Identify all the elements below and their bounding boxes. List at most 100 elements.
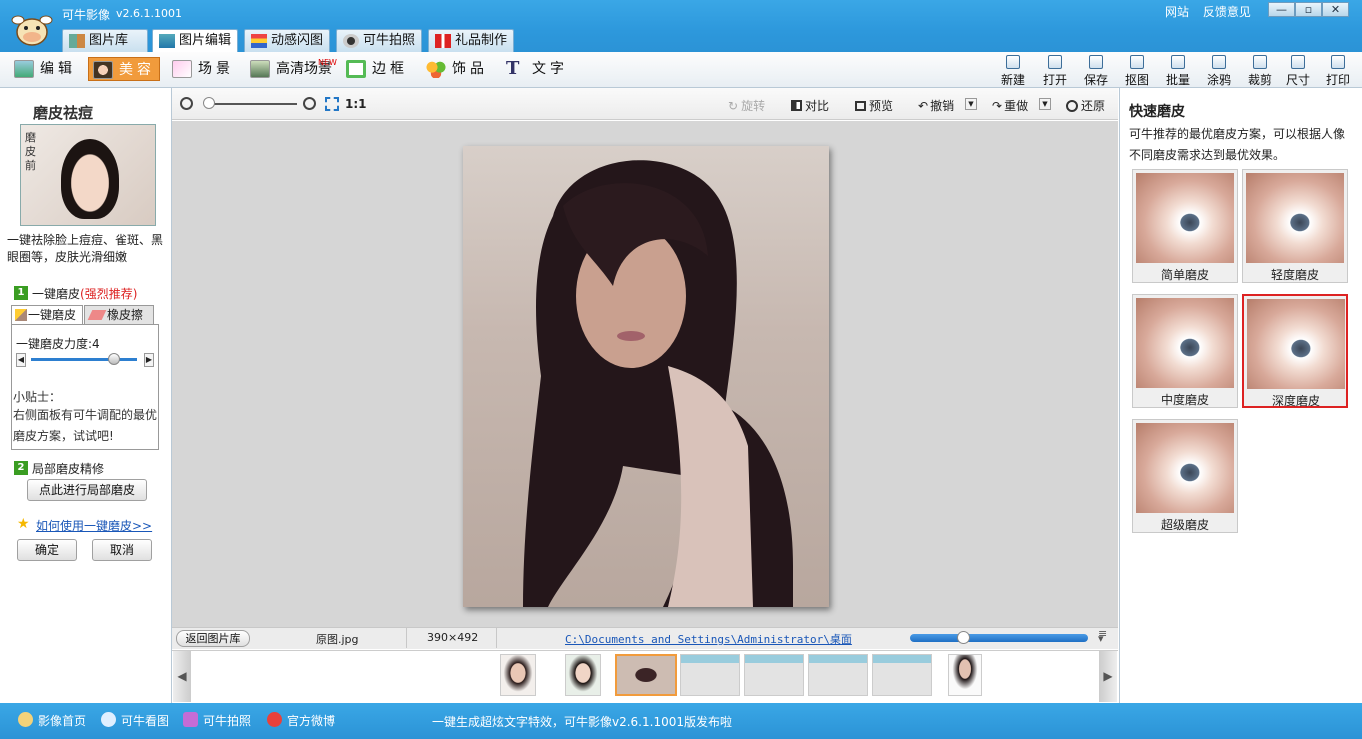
undo-icon: ↶ <box>918 99 929 113</box>
preset-simple[interactable]: 简单磨皮 <box>1132 169 1238 283</box>
list-menu-icon[interactable]: ≡ ▾ <box>1098 628 1107 644</box>
thumbnail-5[interactable] <box>744 654 804 696</box>
tab-animated[interactable]: 动感闪图 <box>244 29 330 52</box>
tool-text[interactable]: T 文字 <box>502 57 574 81</box>
tool-label: 尺寸 <box>1285 73 1310 87</box>
thumbnail-1[interactable] <box>500 654 536 696</box>
undo-button[interactable]: ↶ 撤销 <box>918 97 954 114</box>
tool-beauty[interactable]: 美容 <box>88 57 160 81</box>
quick-retouch-description: 可牛推荐的最优磨皮方案，可以根据人像不同磨皮需求达到最优效果。 <box>1129 127 1346 162</box>
folder-icon <box>1048 55 1062 69</box>
clover-icon <box>426 60 446 78</box>
open-button[interactable]: 打开 <box>1040 55 1070 87</box>
back-to-gallery-button[interactable]: 返回图片库 <box>176 630 250 647</box>
thumbnail-2[interactable] <box>565 654 601 696</box>
filmstrip-next-arrow[interactable]: ▶ <box>1099 651 1117 702</box>
link-label: 官方微博 <box>287 714 336 728</box>
redo-dropdown[interactable]: ▼ <box>1039 98 1051 110</box>
feedback-link[interactable]: 反馈意见 <box>1203 5 1251 19</box>
thumbnail-3-selected[interactable] <box>615 654 677 696</box>
wand-icon <box>15 309 27 321</box>
minimize-button[interactable]: — <box>1268 2 1295 17</box>
thumbnail-8[interactable] <box>948 654 982 696</box>
eye-preview <box>1136 173 1234 263</box>
tool-label: 美容 <box>119 62 155 78</box>
strength-slider-thumb[interactable] <box>107 353 120 365</box>
preset-medium[interactable]: 中度磨皮 <box>1132 294 1238 408</box>
subtab-one-click[interactable]: 一键磨皮 <box>11 305 83 325</box>
print-button[interactable]: 打印 <box>1323 55 1353 87</box>
undo-dropdown[interactable]: ▼ <box>965 98 977 110</box>
tab-gallery[interactable]: 图片库 <box>62 29 148 52</box>
restore-icon <box>1066 100 1078 112</box>
doodle-button[interactable]: 涂鸦 <box>1204 55 1234 87</box>
tool-scene[interactable]: 场景 <box>168 57 240 81</box>
rotate-button[interactable]: ↻ 旋转 <box>728 97 765 114</box>
quick-retouch-title: 快速磨皮 <box>1129 104 1185 120</box>
step-1-badge: 1 <box>14 286 28 300</box>
thumbnail-4[interactable] <box>680 654 740 696</box>
tool-label: 保存 <box>1083 73 1108 87</box>
preset-light[interactable]: 轻度磨皮 <box>1242 169 1348 283</box>
viewer-link[interactable]: 可牛看图 <box>101 712 169 729</box>
preset-super[interactable]: 超级磨皮 <box>1132 419 1238 533</box>
preview-button[interactable]: 预览 <box>855 97 893 114</box>
compare-button[interactable]: 对比 <box>791 97 829 114</box>
zoom-out-icon[interactable] <box>180 97 193 110</box>
compare-icon <box>791 100 802 111</box>
local-retouch-button[interactable]: 点此进行局部磨皮 <box>27 479 147 501</box>
filmstrip-prev-arrow[interactable]: ◀ <box>173 651 191 702</box>
weibo-link[interactable]: 官方微博 <box>267 712 335 729</box>
crop-button[interactable]: 裁剪 <box>1245 55 1275 87</box>
action-label: 对比 <box>805 99 830 113</box>
thumbnail-size-slider[interactable] <box>910 631 1088 644</box>
cutout-button[interactable]: 抠图 <box>1122 55 1152 87</box>
tool-edit[interactable]: 编辑 <box>10 57 82 81</box>
batch-button[interactable]: 批量 <box>1163 55 1193 87</box>
tab-camera[interactable]: 可牛拍照 <box>336 29 422 52</box>
tab-label: 图片库 <box>89 33 129 48</box>
strength-value: 4 <box>92 337 100 351</box>
tool-accessory[interactable]: 饰品 <box>422 57 494 81</box>
help-link[interactable]: 如何使用一键磨皮>> <box>36 517 152 534</box>
zoom-slider-thumb[interactable] <box>202 97 215 109</box>
hd-scene-icon <box>250 60 270 78</box>
tool-hd-scene[interactable]: 高清场景 NEW <box>246 57 337 81</box>
redo-button[interactable]: ↷ 重做 <box>992 97 1028 114</box>
text-t-icon: T <box>506 58 520 79</box>
restore-button[interactable]: 还原 <box>1066 97 1105 114</box>
redo-icon: ↷ <box>992 99 1003 113</box>
zoom-slider[interactable] <box>202 97 297 109</box>
fit-window-icon[interactable] <box>325 97 339 111</box>
camera-link[interactable]: 可牛拍照 <box>183 712 251 729</box>
zoom-in-icon[interactable] <box>303 97 316 110</box>
maximize-button[interactable]: ▫ <box>1295 2 1322 17</box>
action-label: 撤销 <box>930 99 955 113</box>
tool-border[interactable]: 边框 <box>342 57 414 81</box>
zoom-ratio[interactable]: 1:1 <box>345 97 367 111</box>
subtab-eraser[interactable]: 橡皮擦 <box>84 305 154 325</box>
thumbnail-7[interactable] <box>872 654 932 696</box>
tip-text: 右侧面板有可牛调配的最优磨皮方案，试试吧! <box>13 408 158 443</box>
tab-gift[interactable]: 礼品制作 <box>428 29 514 52</box>
close-button[interactable]: ✕ <box>1322 2 1349 17</box>
resize-button[interactable]: 尺寸 <box>1283 55 1313 87</box>
action-label: 还原 <box>1081 99 1106 113</box>
ok-button[interactable]: 确定 <box>17 539 77 561</box>
slider-right-arrow[interactable]: ▶ <box>144 353 154 367</box>
thumbnail-6[interactable] <box>808 654 868 696</box>
slider-left-arrow[interactable]: ◀ <box>16 353 26 367</box>
webcam-icon <box>343 34 359 48</box>
website-link[interactable]: 网站 <box>1165 5 1189 19</box>
preset-label: 超级磨皮 <box>1160 518 1209 532</box>
new-button[interactable]: 新建 <box>998 55 1028 87</box>
tool-label: 涂鸦 <box>1206 73 1231 87</box>
strength-slider[interactable] <box>31 353 137 365</box>
cancel-button[interactable]: 取消 <box>92 539 152 561</box>
preset-deep-selected[interactable]: 深度磨皮 <box>1242 294 1348 408</box>
edited-photo[interactable] <box>463 146 829 607</box>
tab-image-edit[interactable]: 图片编辑 <box>152 29 238 53</box>
save-button[interactable]: 保存 <box>1081 55 1111 87</box>
home-link[interactable]: 影像首页 <box>18 712 86 729</box>
file-path-link[interactable]: C:\Documents and Settings\Administrator\… <box>565 631 852 647</box>
